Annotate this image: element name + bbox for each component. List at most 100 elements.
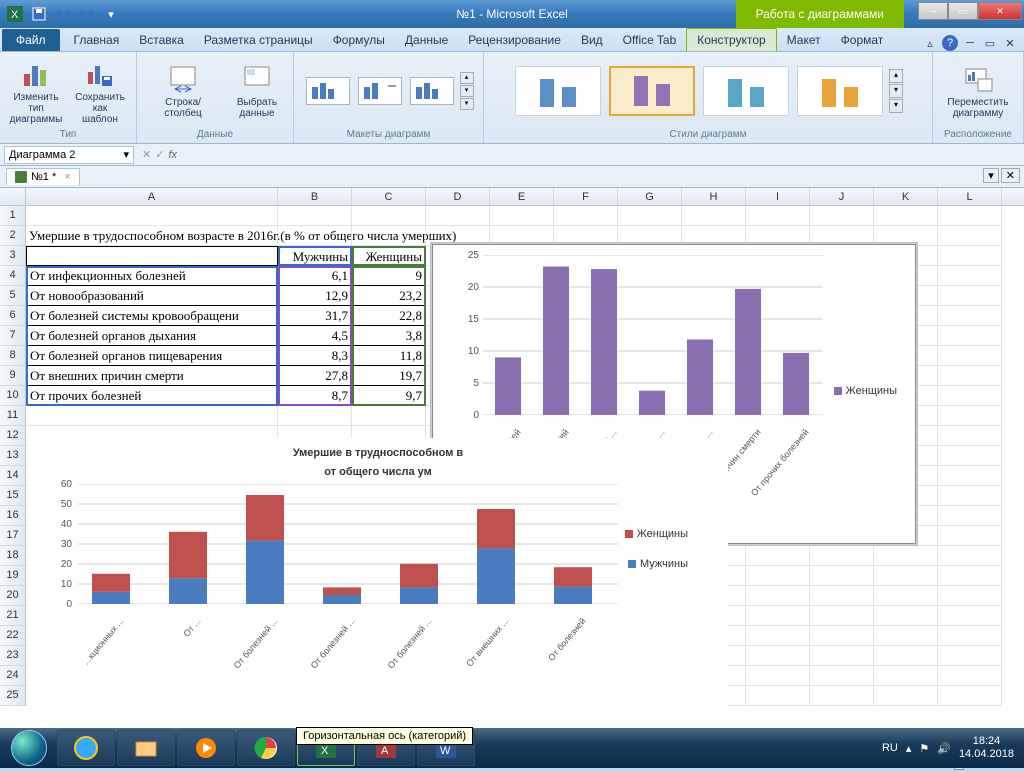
doc-tab-close-icon[interactable]: × xyxy=(64,171,70,183)
col-header[interactable]: B xyxy=(278,188,352,205)
excel-icon[interactable]: X xyxy=(4,3,26,25)
window-title: №1 - Microsoft Excel xyxy=(456,7,568,21)
chart-tools-contextual-tab: Работа с диаграммами xyxy=(736,0,905,28)
move-chart-button[interactable]: Переместить диаграмму xyxy=(939,61,1017,121)
tab-review[interactable]: Рецензирование xyxy=(458,29,571,51)
select-data-button[interactable]: Выбрать данные xyxy=(227,61,287,121)
col-header[interactable]: G xyxy=(618,188,682,205)
layout-preset[interactable] xyxy=(410,77,454,105)
tab-format[interactable]: Формат xyxy=(831,29,894,51)
change-chart-type-button[interactable]: Изменить тип диаграммы xyxy=(6,56,66,127)
titlebar: X ▾ №1 - Microsoft Excel Работа с диагра… xyxy=(0,0,1024,28)
minimize-ribbon-icon[interactable]: ▵ xyxy=(922,35,938,51)
chart-svg xyxy=(483,255,823,415)
qat-dropdown-icon[interactable]: ▾ xyxy=(100,3,122,25)
doc-close-icon[interactable]: ✕ xyxy=(1002,35,1018,51)
taskbar-ie[interactable] xyxy=(57,730,115,766)
tab-home[interactable]: Главная xyxy=(64,29,130,51)
col-header[interactable]: F xyxy=(554,188,618,205)
undo-icon[interactable] xyxy=(52,3,74,25)
chart2-legend-men[interactable]: Мужчины xyxy=(628,558,688,570)
tray-clock[interactable]: 18:2414.04.2018 xyxy=(959,735,1014,761)
formula-input[interactable] xyxy=(181,146,1024,164)
excel-doc-icon xyxy=(15,171,27,183)
close-button[interactable]: ✕ xyxy=(978,2,1022,20)
tab-formulas[interactable]: Формулы xyxy=(323,29,395,51)
group-type: Изменить тип диаграммы Сохранить как шаб… xyxy=(0,52,137,143)
tab-layout-chart[interactable]: Макет xyxy=(777,29,831,51)
system-tray: RU ▴ ⚑ 🔊 18:2414.04.2018 xyxy=(882,735,1022,761)
styles-more-icon[interactable]: ▾ xyxy=(889,99,903,113)
col-header[interactable]: J xyxy=(810,188,874,205)
svg-text:X: X xyxy=(11,9,19,21)
name-box-dropdown-icon[interactable]: ▾ xyxy=(123,148,129,161)
tabs-dropdown-icon[interactable]: ▾ xyxy=(983,168,999,183)
taskbar-explorer[interactable] xyxy=(117,730,175,766)
style-preset-selected[interactable] xyxy=(609,66,695,116)
layouts-up-icon[interactable]: ▴ xyxy=(460,72,474,84)
switch-row-col-button[interactable]: Строка/столбец xyxy=(143,61,223,121)
col-header[interactable]: K xyxy=(874,188,938,205)
group-styles: ▴ ▾ ▾ Стили диаграмм xyxy=(484,52,933,143)
doc-minimize-icon[interactable]: ─ xyxy=(962,35,978,51)
tab-design[interactable]: Конструктор xyxy=(686,28,776,51)
layouts-more-icon[interactable]: ▾ xyxy=(460,98,474,110)
tray-volume-icon[interactable]: 🔊 xyxy=(937,742,951,755)
styles-up-icon[interactable]: ▴ xyxy=(889,69,903,83)
col-header[interactable]: D xyxy=(426,188,490,205)
group-location: Переместить диаграмму Расположение xyxy=(933,52,1024,143)
col-header[interactable]: I xyxy=(746,188,810,205)
col-header[interactable]: L xyxy=(938,188,1002,205)
save-icon[interactable] xyxy=(28,3,50,25)
tray-flag-icon[interactable]: ⚑ xyxy=(919,742,929,755)
doc-tab[interactable]: №1 *× xyxy=(6,168,80,185)
layouts-down-icon[interactable]: ▾ xyxy=(460,85,474,97)
tab-view[interactable]: Вид xyxy=(571,29,613,51)
help-icon[interactable]: ? xyxy=(942,35,958,51)
style-preset[interactable] xyxy=(797,66,883,116)
maximize-button[interactable]: ▭ xyxy=(948,2,978,20)
taskbar-media[interactable] xyxy=(177,730,235,766)
name-box[interactable]: Диаграмма 2▾ xyxy=(4,146,134,164)
select-data-icon xyxy=(241,63,273,95)
save-template-button[interactable]: Сохранить как шаблон xyxy=(70,56,130,127)
style-preset[interactable] xyxy=(515,66,601,116)
chart-type-icon xyxy=(20,58,52,90)
styles-down-icon[interactable]: ▾ xyxy=(889,84,903,98)
svg-text:W: W xyxy=(440,745,451,757)
move-chart-icon xyxy=(962,63,994,95)
formula-bar: Диаграмма 2▾ ✕ ✓ fx xyxy=(0,144,1024,166)
ribbon: Изменить тип диаграммы Сохранить как шаб… xyxy=(0,52,1024,144)
minimize-button[interactable]: ─ xyxy=(918,2,948,20)
enter-formula-icon[interactable]: ✓ xyxy=(155,148,164,161)
col-header[interactable]: C xyxy=(352,188,426,205)
chart-object-2[interactable]: Умершие в трудноспособном вот общего чис… xyxy=(28,438,728,718)
chart-legend[interactable]: Женщины xyxy=(834,385,897,397)
tab-data[interactable]: Данные xyxy=(395,29,458,51)
col-header[interactable]: H xyxy=(682,188,746,205)
chart-plot-area[interactable]: 25 20 15 10 5 0 От инфекционных болезней… xyxy=(483,255,823,415)
tab-insert[interactable]: Вставка xyxy=(129,29,194,51)
col-header[interactable]: A xyxy=(26,188,278,205)
layout-preset[interactable] xyxy=(358,77,402,105)
taskbar: X A W RU ▴ ⚑ 🔊 18:2414.04.2018 xyxy=(0,728,1024,768)
tray-lang[interactable]: RU xyxy=(882,742,898,754)
layout-preset[interactable] xyxy=(306,77,350,105)
tray-up-icon[interactable]: ▴ xyxy=(906,742,912,755)
tab-page-layout[interactable]: Разметка страницы xyxy=(194,29,323,51)
redo-icon[interactable] xyxy=(76,3,98,25)
cancel-formula-icon[interactable]: ✕ xyxy=(142,148,151,161)
style-preset[interactable] xyxy=(703,66,789,116)
tab-file[interactable]: Файл xyxy=(2,29,60,51)
svg-text:A: A xyxy=(381,745,389,757)
doc-restore-icon[interactable]: ▭ xyxy=(982,35,998,51)
group-data: Строка/столбец Выбрать данные Данные xyxy=(137,52,294,143)
taskbar-chrome[interactable] xyxy=(237,730,295,766)
fx-icon[interactable]: fx xyxy=(168,149,177,161)
tab-office[interactable]: Office Tab xyxy=(613,29,687,51)
start-button[interactable] xyxy=(2,728,56,768)
worksheet[interactable]: A B C D E F G H I J K L 12Умершие в труд… xyxy=(0,188,1024,728)
col-header[interactable]: E xyxy=(490,188,554,205)
chart2-legend-women[interactable]: Женщины xyxy=(625,528,688,540)
tabs-close-icon[interactable]: ✕ xyxy=(1001,168,1020,183)
